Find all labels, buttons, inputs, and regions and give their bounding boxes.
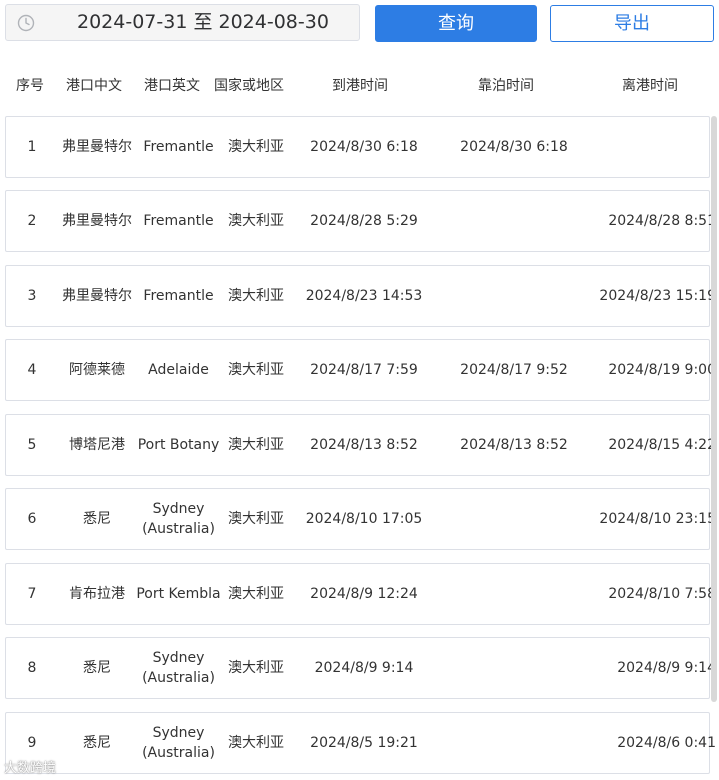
- cell-berth: 2024/8/17 9:52: [460, 362, 568, 378]
- header-port-en: 港口英文: [144, 78, 200, 94]
- cell-index: 6: [27, 511, 37, 527]
- header-index: 序号: [16, 78, 44, 94]
- table-row: 2 弗里曼特尔 Fremantle 澳大利亚 2024/8/28 5:29 20…: [5, 190, 716, 252]
- table-row: 8 悉尼 Sydney (Australia) 澳大利亚 2024/8/9 9:…: [5, 637, 716, 699]
- cell-index: 8: [27, 660, 37, 676]
- cell-port-en: Port Botany: [137, 437, 220, 453]
- cell-arrival: 2024/8/13 8:52: [310, 437, 418, 453]
- cell-berth: 2024/8/13 8:52: [460, 437, 568, 453]
- cell-departure: [581, 117, 716, 177]
- filter-bar: 2024-07-31 至 2024-08-30 查询 导出: [0, 0, 719, 50]
- header-arrival: 到港时间: [332, 78, 388, 94]
- table-row: 6 悉尼 Sydney (Australia) 澳大利亚 2024/8/10 1…: [5, 488, 716, 550]
- cell-port-en: Fremantle: [143, 288, 214, 304]
- cell-berth: [444, 266, 584, 326]
- cell-departure: 2024/8/19 9:00: [608, 362, 716, 378]
- cell-country: 澳大利亚: [228, 586, 284, 602]
- cell-country: 澳大利亚: [228, 437, 284, 453]
- cell-country: 澳大利亚: [228, 139, 284, 155]
- query-button[interactable]: 查询: [375, 5, 537, 42]
- cell-port-cn: 博塔尼港: [69, 437, 125, 453]
- cell-port-en: Fremantle: [143, 213, 214, 229]
- cell-departure: 2024/8/10 7:58: [608, 586, 716, 602]
- cell-berth: [444, 713, 584, 773]
- cell-port-en: Sydney (Australia): [142, 725, 215, 761]
- header-berth: 靠泊时间: [478, 78, 534, 94]
- table-row: 3 弗里曼特尔 Fremantle 澳大利亚 2024/8/23 14:53 2…: [5, 265, 716, 327]
- cell-index: 2: [27, 213, 37, 229]
- watermark: 大数跨境: [4, 761, 57, 776]
- table-row: 7 肯布拉港 Port Kembla 澳大利亚 2024/8/9 12:24 2…: [5, 563, 716, 625]
- cell-departure: 2024/8/15 4:22: [608, 437, 716, 453]
- cell-departure: 2024/8/23 15:19: [599, 288, 716, 304]
- cell-port-cn: 肯布拉港: [69, 586, 125, 602]
- date-range-picker[interactable]: 2024-07-31 至 2024-08-30: [5, 4, 360, 41]
- cell-country: 澳大利亚: [228, 735, 284, 751]
- cell-country: 澳大利亚: [228, 362, 284, 378]
- vertical-scrollbar[interactable]: [711, 116, 717, 702]
- header-departure: 离港时间: [622, 78, 678, 94]
- cell-berth: [444, 489, 584, 549]
- cell-port-en: Adelaide: [148, 362, 209, 378]
- cell-port-cn: 悉尼: [83, 735, 111, 751]
- cell-port-cn: 弗里曼特尔: [62, 288, 132, 304]
- cell-port-en: Fremantle: [143, 139, 214, 155]
- cell-country: 澳大利亚: [228, 288, 284, 304]
- cell-arrival: 2024/8/17 7:59: [310, 362, 418, 378]
- table-row: 1 弗里曼特尔 Fremantle 澳大利亚 2024/8/30 6:18 20…: [5, 116, 710, 178]
- header-port-cn: 港口中文: [66, 78, 122, 94]
- cell-departure: 2024/8/6 0:41: [617, 735, 716, 751]
- export-button[interactable]: 导出: [550, 5, 714, 42]
- cell-index: 3: [27, 288, 37, 304]
- cell-port-cn: 弗里曼特尔: [62, 213, 132, 229]
- cell-berth: 2024/8/30 6:18: [460, 139, 568, 155]
- cell-berth: [444, 564, 584, 624]
- cell-country: 澳大利亚: [228, 511, 284, 527]
- cell-arrival: 2024/8/5 19:21: [310, 735, 418, 751]
- cell-port-cn: 弗里曼特尔: [62, 139, 132, 155]
- cell-departure: 2024/8/10 23:15: [599, 511, 716, 527]
- cell-index: 7: [27, 586, 37, 602]
- cell-port-en: Port Kembla: [136, 586, 221, 602]
- cell-arrival: 2024/8/10 17:05: [305, 511, 423, 527]
- cell-index: 1: [27, 139, 37, 155]
- cell-berth: [444, 638, 584, 698]
- cell-arrival: 2024/8/9 12:24: [310, 586, 418, 602]
- cell-port-cn: 悉尼: [83, 511, 111, 527]
- table-row: 9 悉尼 Sydney (Australia) 澳大利亚 2024/8/5 19…: [5, 712, 716, 774]
- cell-arrival: 2024/8/30 6:18: [310, 139, 418, 155]
- cell-port-en: Sydney (Australia): [142, 650, 215, 686]
- cell-port-cn: 阿德莱德: [69, 362, 125, 378]
- cell-index: 4: [27, 362, 37, 378]
- table-row: 4 阿德莱德 Adelaide 澳大利亚 2024/8/17 7:59 2024…: [5, 339, 716, 401]
- cell-port-cn: 悉尼: [83, 660, 111, 676]
- cell-arrival: 2024/8/23 14:53: [305, 288, 423, 304]
- cell-departure: 2024/8/9 9:14: [617, 660, 716, 676]
- header-country: 国家或地区: [214, 78, 284, 94]
- cell-country: 澳大利亚: [228, 660, 284, 676]
- clock-icon: [17, 14, 35, 32]
- table-header: 序号 港口中文 港口英文 国家或地区 到港时间 靠泊时间 离港时间: [0, 68, 719, 104]
- cell-country: 澳大利亚: [228, 213, 284, 229]
- table-row: 5 博塔尼港 Port Botany 澳大利亚 2024/8/13 8:52 2…: [5, 414, 716, 476]
- cell-arrival: 2024/8/28 5:29: [310, 213, 418, 229]
- cell-departure: 2024/8/28 8:51: [608, 213, 716, 229]
- cell-port-en: Sydney (Australia): [142, 501, 215, 537]
- cell-berth: [444, 191, 584, 251]
- cell-arrival: 2024/8/9 9:14: [314, 660, 414, 676]
- date-range-value: 2024-07-31 至 2024-08-30: [77, 11, 329, 33]
- cell-index: 5: [27, 437, 37, 453]
